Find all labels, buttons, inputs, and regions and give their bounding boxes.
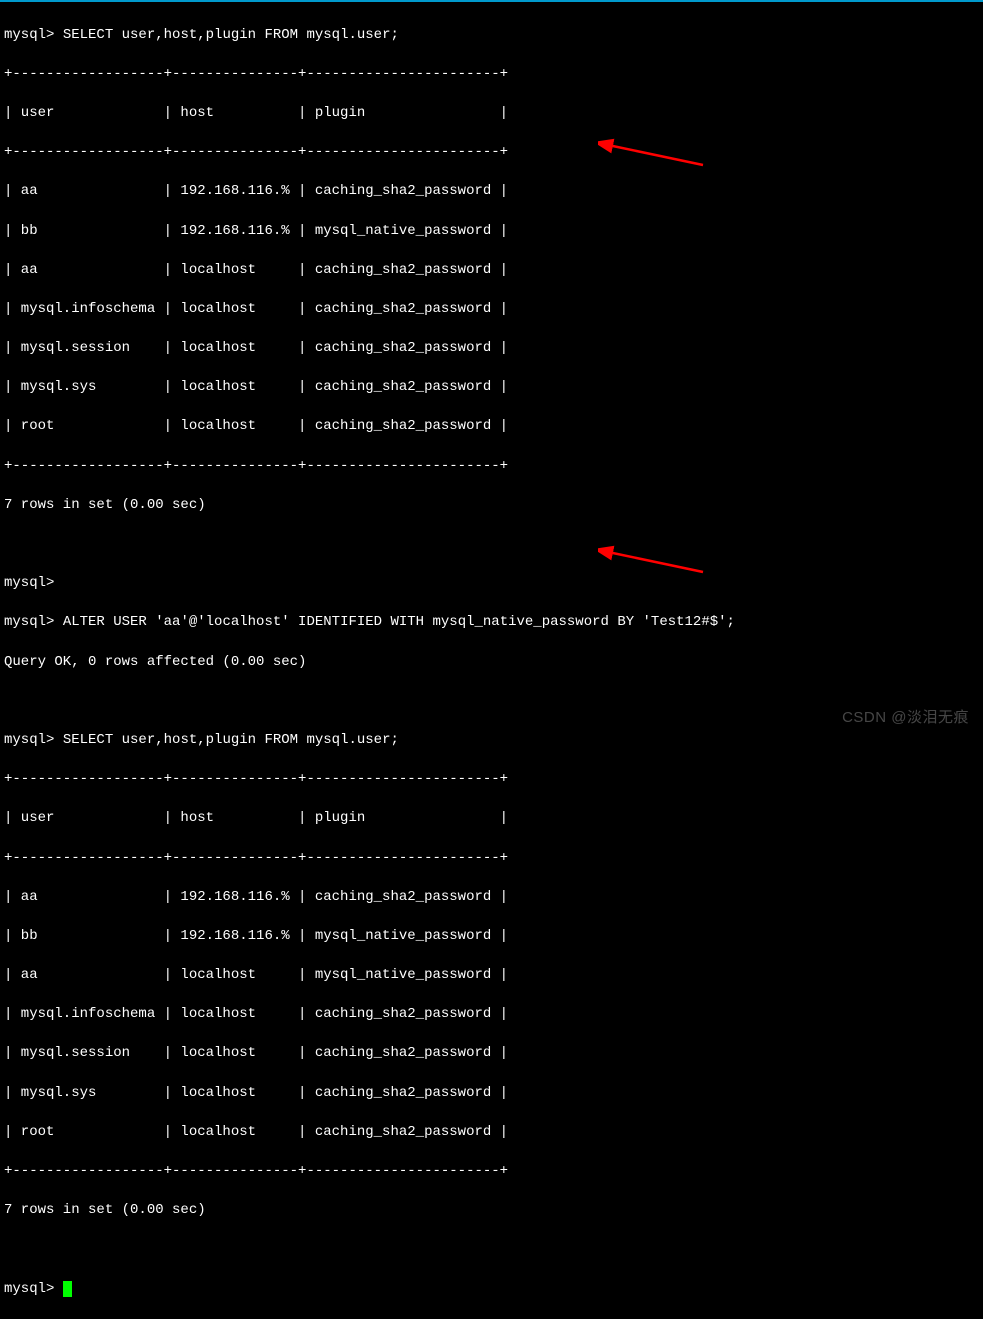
table-row: | mysql.sys | localhost | caching_sha2_p… xyxy=(4,378,979,398)
table-row: | mysql.session | localhost | caching_sh… xyxy=(4,339,979,359)
terminal-output[interactable]: mysql> SELECT user,host,plugin FROM mysq… xyxy=(4,6,979,1319)
query-text: ALTER USER 'aa'@'localhost' IDENTIFIED W… xyxy=(54,614,735,630)
mysql-prompt: mysql> xyxy=(4,1281,54,1297)
table-row: | root | localhost | caching_sha2_passwo… xyxy=(4,417,979,437)
table-border: +------------------+---------------+----… xyxy=(4,143,979,163)
result-footer: 7 rows in set (0.00 sec) xyxy=(4,496,979,516)
table-header: | user | host | plugin | xyxy=(4,104,979,124)
active-prompt[interactable]: mysql> xyxy=(4,1280,979,1300)
result-footer: 7 rows in set (0.00 sec) xyxy=(4,1201,979,1221)
table-row: | mysql.sys | localhost | caching_sha2_p… xyxy=(4,1084,979,1104)
table-row: | mysql.infoschema | localhost | caching… xyxy=(4,1005,979,1025)
empty-prompt: mysql> xyxy=(4,574,979,594)
table-row: | mysql.infoschema | localhost | caching… xyxy=(4,300,979,320)
blank-line xyxy=(4,692,979,712)
table-row: | root | localhost | caching_sha2_passwo… xyxy=(4,1123,979,1143)
watermark-text: CSDN @淡泪无痕 xyxy=(842,706,969,727)
table-row: | aa | 192.168.116.% | caching_sha2_pass… xyxy=(4,888,979,908)
mysql-prompt: mysql> xyxy=(4,27,54,43)
table-row: | bb | 192.168.116.% | mysql_native_pass… xyxy=(4,927,979,947)
table-row: | aa | 192.168.116.% | caching_sha2_pass… xyxy=(4,182,979,202)
table-border: +------------------+---------------+----… xyxy=(4,849,979,869)
mysql-prompt: mysql> xyxy=(4,614,54,630)
query-text: SELECT user,host,plugin FROM mysql.user; xyxy=(54,732,398,748)
query-result: Query OK, 0 rows affected (0.00 sec) xyxy=(4,653,979,673)
table-row: | aa | localhost | mysql_native_password… xyxy=(4,966,979,986)
blank-line xyxy=(4,1240,979,1260)
query-line-2: mysql> ALTER USER 'aa'@'localhost' IDENT… xyxy=(4,613,979,633)
table-border: +------------------+---------------+----… xyxy=(4,65,979,85)
table-border: +------------------+---------------+----… xyxy=(4,770,979,790)
query-line-1: mysql> SELECT user,host,plugin FROM mysq… xyxy=(4,26,979,46)
table-row: | aa | localhost | caching_sha2_password… xyxy=(4,261,979,281)
blank-line xyxy=(4,535,979,555)
mysql-prompt: mysql> xyxy=(4,575,54,591)
query-line-3: mysql> SELECT user,host,plugin FROM mysq… xyxy=(4,731,979,751)
table-border: +------------------+---------------+----… xyxy=(4,457,979,477)
cursor-icon xyxy=(63,1281,72,1297)
mysql-prompt: mysql> xyxy=(4,732,54,748)
query-text: SELECT user,host,plugin FROM mysql.user; xyxy=(54,27,398,43)
table-border: +------------------+---------------+----… xyxy=(4,1162,979,1182)
table-row: | mysql.session | localhost | caching_sh… xyxy=(4,1044,979,1064)
table-row: | bb | 192.168.116.% | mysql_native_pass… xyxy=(4,222,979,242)
table-header: | user | host | plugin | xyxy=(4,809,979,829)
